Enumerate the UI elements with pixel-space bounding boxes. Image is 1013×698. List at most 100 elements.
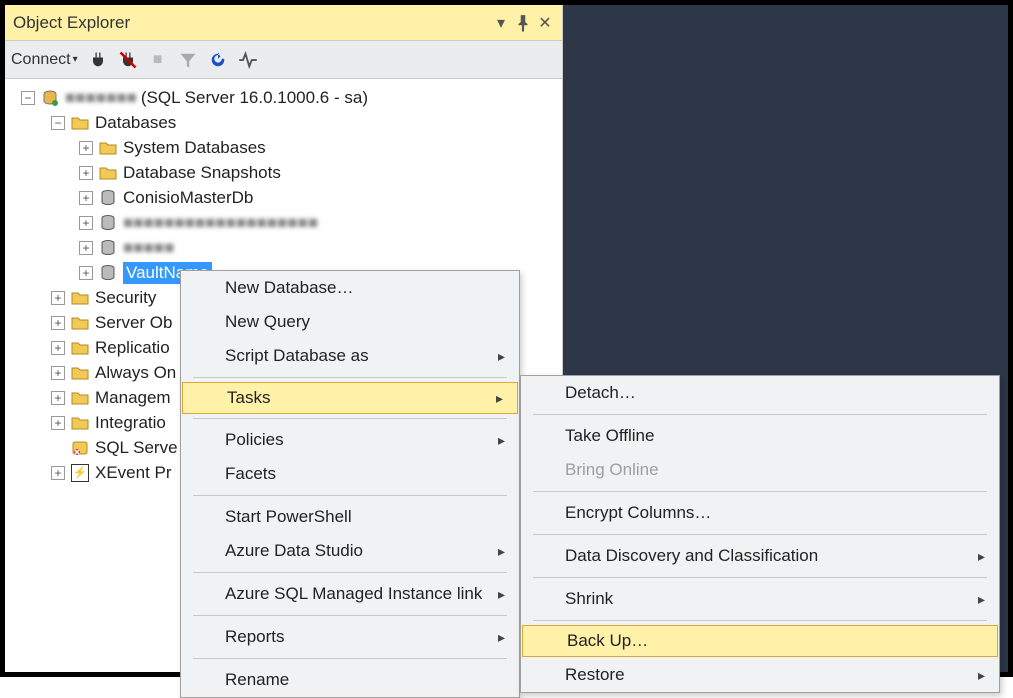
folder-icon — [99, 164, 117, 182]
expand-icon[interactable]: + — [51, 316, 65, 330]
menu-tasks[interactable]: Tasks ▸ — [182, 382, 518, 414]
tree-db-conisio[interactable]: + ConisioMasterDb — [9, 185, 558, 210]
collapse-icon[interactable]: − — [51, 116, 65, 130]
menu-facets-label: Facets — [225, 464, 276, 484]
expand-icon[interactable]: + — [79, 266, 93, 280]
submenu-arrow-icon: ▸ — [496, 390, 503, 407]
menu-azure-mi-label: Azure SQL Managed Instance link — [225, 584, 482, 604]
stop-icon[interactable]: ■ — [148, 50, 168, 70]
security-label: Security — [95, 288, 156, 308]
replication-label: Replicatio — [95, 338, 170, 358]
menu-encrypt-columns[interactable]: Encrypt Columns… — [521, 496, 999, 530]
menu-separator — [193, 572, 507, 573]
submenu-arrow-icon: ▸ — [498, 348, 505, 365]
menu-new-database[interactable]: New Database… — [181, 271, 519, 305]
menu-script-database-as[interactable]: Script Database as ▸ — [181, 339, 519, 373]
menu-shrink[interactable]: Shrink ▸ — [521, 582, 999, 616]
close-icon[interactable]: ✕ — [536, 14, 554, 32]
menu-encrypt-columns-label: Encrypt Columns… — [565, 503, 711, 523]
menu-data-discovery-label: Data Discovery and Classification — [565, 546, 818, 566]
menu-script-db-as-label: Script Database as — [225, 346, 369, 366]
server-icon — [41, 89, 59, 107]
collapse-icon[interactable]: − — [21, 91, 35, 105]
expand-icon[interactable]: + — [79, 191, 93, 205]
menu-facets[interactable]: Facets — [181, 457, 519, 491]
filter-icon[interactable] — [178, 50, 198, 70]
menu-backup-label: Back Up… — [567, 631, 648, 651]
menu-new-query[interactable]: New Query — [181, 305, 519, 339]
submenu-arrow-icon: ▸ — [498, 432, 505, 449]
connect-button[interactable]: Connect ▾ — [11, 51, 78, 69]
activity-icon[interactable] — [238, 50, 258, 70]
menu-start-ps-label: Start PowerShell — [225, 507, 352, 527]
refresh-icon[interactable] — [208, 50, 228, 70]
menu-detach[interactable]: Detach… — [521, 376, 999, 410]
menu-azure-ds-label: Azure Data Studio — [225, 541, 363, 561]
folder-icon — [71, 289, 89, 307]
folder-icon — [71, 114, 89, 132]
expand-icon[interactable]: + — [51, 291, 65, 305]
disconnect-plug-icon[interactable] — [118, 50, 138, 70]
tree-system-databases[interactable]: + System Databases — [9, 135, 558, 160]
db-blurred-1-label: ■■■■■■■■■■■■■■■■■■■ — [123, 213, 318, 233]
menu-back-up[interactable]: Back Up… — [522, 625, 998, 657]
expand-icon[interactable]: + — [51, 366, 65, 380]
menu-bring-online-label: Bring Online — [565, 460, 659, 480]
menu-separator — [193, 658, 507, 659]
menu-separator — [533, 534, 987, 535]
submenu-arrow-icon: ▸ — [978, 591, 985, 608]
panel-title: Object Explorer — [13, 13, 488, 33]
expand-icon[interactable]: + — [79, 166, 93, 180]
database-icon — [99, 214, 117, 232]
xevent-icon: ⚡ — [71, 464, 89, 482]
menu-separator — [193, 615, 507, 616]
panel-toolbar: Connect ▾ ■ — [5, 41, 562, 79]
expand-icon[interactable]: + — [79, 216, 93, 230]
server-name: (SQL Server 16.0.1000.6 - sa) — [141, 88, 368, 108]
server-host-blurred: ■■■■■■■ — [65, 88, 137, 108]
menu-rename[interactable]: Rename — [181, 663, 519, 697]
submenu-arrow-icon: ▸ — [978, 548, 985, 565]
menu-azure-sql-mi-link[interactable]: Azure SQL Managed Instance link ▸ — [181, 577, 519, 611]
connect-plug-icon[interactable] — [88, 50, 108, 70]
expand-icon[interactable]: + — [51, 416, 65, 430]
menu-tasks-label: Tasks — [227, 388, 270, 408]
tree-database-snapshots[interactable]: + Database Snapshots — [9, 160, 558, 185]
tree-db-blurred-1[interactable]: + ■■■■■■■■■■■■■■■■■■■ — [9, 210, 558, 235]
submenu-arrow-icon: ▸ — [498, 586, 505, 603]
menu-detach-label: Detach… — [565, 383, 636, 403]
tree-db-blurred-2[interactable]: + ■■■■■ — [9, 235, 558, 260]
folder-icon — [71, 364, 89, 382]
expand-icon[interactable]: + — [79, 141, 93, 155]
tree-databases-node[interactable]: − Databases — [9, 110, 558, 135]
database-snapshots-label: Database Snapshots — [123, 163, 281, 183]
menu-take-offline[interactable]: Take Offline — [521, 419, 999, 453]
menu-separator — [533, 620, 987, 621]
menu-restore[interactable]: Restore▸ — [521, 658, 999, 692]
tree-server-node[interactable]: − ■■■■■■■ (SQL Server 16.0.1000.6 - sa) — [9, 85, 558, 110]
menu-azure-data-studio[interactable]: Azure Data Studio▸ — [181, 534, 519, 568]
pin-icon[interactable] — [514, 14, 532, 32]
expand-icon[interactable]: + — [51, 391, 65, 405]
folder-icon — [71, 414, 89, 432]
sql-agent-icon — [71, 439, 89, 457]
menu-policies[interactable]: Policies▸ — [181, 423, 519, 457]
menu-reports[interactable]: Reports▸ — [181, 620, 519, 654]
menu-separator — [533, 491, 987, 492]
menu-start-powershell[interactable]: Start PowerShell — [181, 500, 519, 534]
app-frame: Object Explorer ▾ ✕ Connect ▾ ■ — [0, 0, 1013, 677]
menu-shrink-label: Shrink — [565, 589, 613, 609]
folder-icon — [71, 389, 89, 407]
menu-separator — [533, 577, 987, 578]
folder-icon — [99, 139, 117, 157]
expand-icon[interactable]: + — [51, 466, 65, 480]
submenu-arrow-icon: ▸ — [498, 629, 505, 646]
expand-icon[interactable]: + — [51, 341, 65, 355]
database-icon — [99, 264, 117, 282]
dropdown-icon[interactable]: ▾ — [492, 14, 510, 32]
menu-bring-online: Bring Online — [521, 453, 999, 487]
menu-separator — [533, 414, 987, 415]
expand-icon[interactable]: + — [79, 241, 93, 255]
no-expand-spacer — [51, 441, 65, 455]
menu-data-discovery[interactable]: Data Discovery and Classification ▸ — [521, 539, 999, 573]
